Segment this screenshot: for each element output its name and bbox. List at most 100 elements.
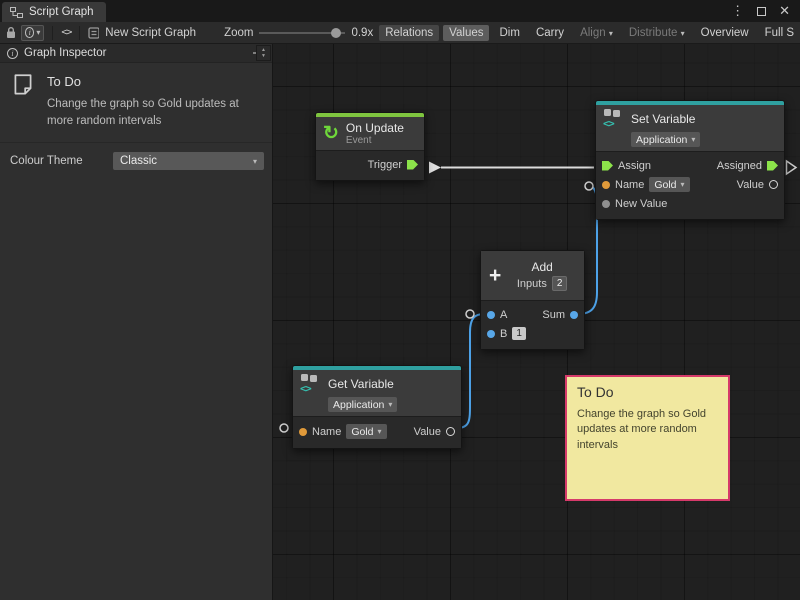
variable-icon: <>	[300, 374, 321, 393]
sum-port-label: Sum	[542, 309, 565, 321]
graph-inspector-title: Graph Inspector	[24, 47, 106, 59]
node-subtitle: Inputs	[517, 278, 547, 290]
note-icon	[10, 72, 36, 98]
dim-button[interactable]: Dim	[493, 25, 525, 41]
node-header[interactable]: <> Get Variable Application ▾	[293, 370, 461, 416]
port-ring[interactable]	[466, 310, 474, 318]
assigned-output-port[interactable]	[767, 161, 778, 171]
sticky-note-title: To Do	[577, 384, 718, 400]
node-body: Name Gold ▾ Value	[293, 416, 461, 448]
toolbar-button-group: Relations Values Dim Carry Align ▾ Distr…	[379, 25, 800, 41]
name-port-label: Name	[615, 179, 644, 191]
port-ring[interactable]	[280, 424, 288, 432]
window-menu-icon[interactable]: ⋮	[731, 3, 744, 19]
script-graph-icon	[10, 7, 23, 18]
b-value-field[interactable]: 1	[512, 327, 526, 340]
value-output-port[interactable]	[446, 427, 455, 436]
value-port-label: Value	[414, 426, 441, 438]
close-icon[interactable]: ✕	[779, 3, 790, 19]
node-body: Assign Assigned Name Gold ▾ Value	[596, 151, 784, 219]
new-value-input-port[interactable]	[602, 200, 610, 208]
chevron-down-icon: ▾	[681, 180, 685, 189]
node-get-variable[interactable]: <> Get Variable Application ▾ Name Gold	[292, 365, 462, 449]
value-port-label: Value	[737, 179, 764, 191]
assigned-port-label: Assigned	[717, 160, 762, 172]
node-header[interactable]: ↻ On Update Event	[316, 117, 424, 150]
graph-toolbar: i ▾ <> New Script Graph Zoom 0.9x Relati…	[0, 22, 800, 44]
node-title: Get Variable	[328, 377, 394, 391]
variable-name-dropdown[interactable]: Gold ▾	[649, 177, 689, 192]
name-input-port[interactable]	[299, 428, 307, 436]
inspector-todo-texts: To Do Change the graph so Gold updates a…	[47, 72, 259, 129]
graph-inspector-header: i Graph Inspector	[0, 44, 272, 63]
name-port-label: Name	[312, 426, 341, 438]
assign-input-port[interactable]	[602, 161, 613, 171]
unity-script-graph-window: Script Graph ⋮ ✕ i ▾ <> New Script Graph…	[0, 0, 800, 600]
sticky-note-body: Change the graph so Gold updates at more…	[577, 407, 718, 453]
graph-asset-icon	[88, 27, 99, 39]
sum-output-port[interactable]	[570, 311, 578, 319]
sticky-note[interactable]: To Do Change the graph so Gold updates a…	[565, 375, 730, 501]
node-header[interactable]: <> Set Variable Application ▾	[596, 105, 784, 151]
flow-continuation-icon	[787, 161, 797, 174]
chevron-down-icon: ▾	[378, 427, 382, 436]
colour-theme-value: Classic	[120, 155, 157, 167]
port-ring[interactable]	[585, 182, 593, 190]
b-input-port[interactable]	[487, 330, 495, 338]
distribute-button[interactable]: Distribute ▾	[623, 25, 691, 41]
toolbar-divider	[79, 26, 80, 40]
align-button[interactable]: Align ▾	[574, 25, 619, 41]
variable-name-dropdown[interactable]: Gold ▾	[346, 424, 386, 439]
chevron-down-icon: ▾	[36, 28, 40, 37]
code-icon[interactable]: <>	[61, 27, 71, 38]
a-port-label: A	[500, 309, 507, 321]
inspector-todo-body: Change the graph so Gold updates at more…	[47, 96, 259, 129]
tab-script-graph[interactable]: Script Graph	[2, 2, 106, 22]
node-on-update[interactable]: ↻ On Update Event Trigger	[315, 112, 425, 181]
chevron-down-icon: ▾	[681, 29, 685, 38]
chevron-down-icon: ▾	[691, 135, 695, 144]
node-title: Add	[531, 260, 552, 274]
trigger-output-port[interactable]	[407, 160, 418, 170]
flow-wire-arrowhead	[429, 162, 441, 174]
lock-icon[interactable]	[6, 26, 15, 39]
inputs-count-field[interactable]: 2	[552, 276, 568, 291]
toolbar-divider	[52, 26, 53, 40]
chevron-down-icon: ▾	[609, 29, 613, 38]
variable-scope-dropdown[interactable]: Application ▾	[631, 132, 700, 147]
add-icon: +	[489, 266, 501, 286]
inspector-toggle-button[interactable]: i ▾	[21, 25, 44, 41]
maximize-icon[interactable]	[757, 7, 766, 16]
graph-inspector-panel: i Graph Inspector To Do Change the graph…	[0, 44, 273, 600]
relations-button[interactable]: Relations	[379, 25, 439, 41]
node-title: Set Variable	[631, 112, 695, 126]
node-body: A Sum B 1	[481, 300, 584, 349]
stepper-down-icon[interactable]: ▼	[261, 53, 266, 59]
graph-name-label[interactable]: New Script Graph	[105, 27, 196, 39]
values-button[interactable]: Values	[443, 25, 489, 41]
event-loop-icon: ↻	[323, 124, 339, 143]
panel-stepper[interactable]: ▲ ▼	[256, 45, 271, 61]
overview-button[interactable]: Overview	[695, 25, 755, 41]
zoom-value: 0.9x	[351, 27, 373, 39]
node-add[interactable]: + Add Inputs 2 A Sum	[480, 250, 585, 350]
node-set-variable[interactable]: <> Set Variable Application ▾ Assign Ass…	[595, 100, 785, 220]
carry-button[interactable]: Carry	[530, 25, 570, 41]
b-port-label: B	[500, 328, 507, 340]
a-input-port[interactable]	[487, 311, 495, 319]
inspector-todo-section: To Do Change the graph so Gold updates a…	[0, 63, 272, 143]
info-icon: i	[7, 48, 18, 59]
variable-scope-dropdown[interactable]: Application ▾	[328, 397, 397, 412]
node-header[interactable]: + Add Inputs 2	[481, 251, 584, 300]
value-output-port[interactable]	[769, 180, 778, 189]
zoom-slider-knob[interactable]	[331, 28, 341, 38]
inspector-todo-title: To Do	[47, 74, 259, 89]
node-subtitle: Event	[346, 135, 404, 146]
zoom-slider[interactable]	[259, 32, 345, 34]
graph-canvas[interactable]: ↻ On Update Event Trigger	[273, 44, 800, 600]
node-body: Trigger	[316, 150, 424, 180]
zoom-label: Zoom	[224, 27, 253, 39]
name-input-port[interactable]	[602, 181, 610, 189]
fullscreen-button[interactable]: Full S	[759, 25, 800, 41]
colour-theme-dropdown[interactable]: Classic ▾	[113, 152, 264, 170]
